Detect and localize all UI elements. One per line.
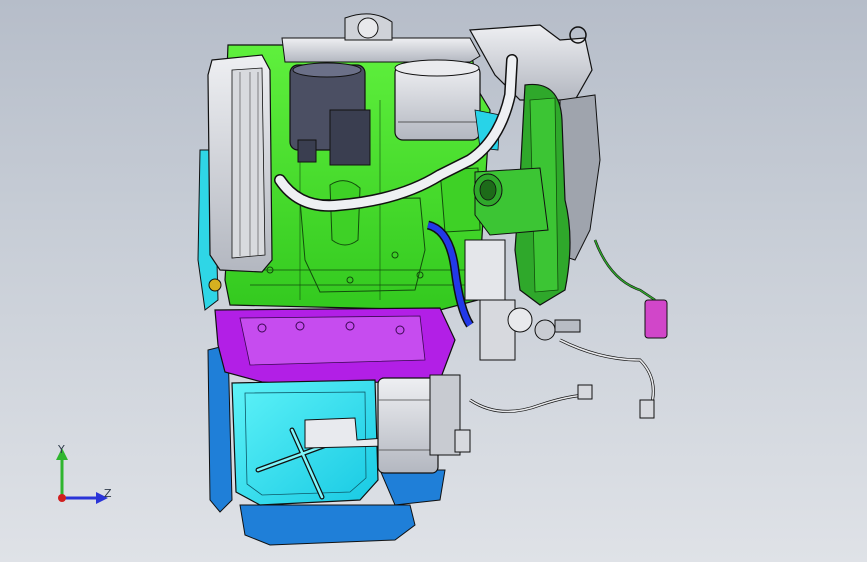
graphics-viewport[interactable]: Y Z xyxy=(0,0,867,562)
drain-plug xyxy=(208,278,222,292)
z-axis-label: Z xyxy=(104,487,112,500)
oil-filter-housing xyxy=(289,62,371,166)
valve-cover-plate xyxy=(207,54,273,273)
starter-motor xyxy=(377,374,471,474)
triad-axes xyxy=(56,448,108,504)
view-orientation-triad[interactable]: Y Z xyxy=(40,438,120,518)
canister xyxy=(394,59,481,141)
engine-assembly-model[interactable] xyxy=(0,0,867,562)
sensor-tip xyxy=(639,399,655,419)
x-axis-dot xyxy=(58,494,66,502)
electrical-connector xyxy=(644,299,668,339)
sensor-tip-2 xyxy=(577,384,593,400)
oil-pan xyxy=(231,379,387,506)
y-axis-label: Y xyxy=(58,443,65,456)
